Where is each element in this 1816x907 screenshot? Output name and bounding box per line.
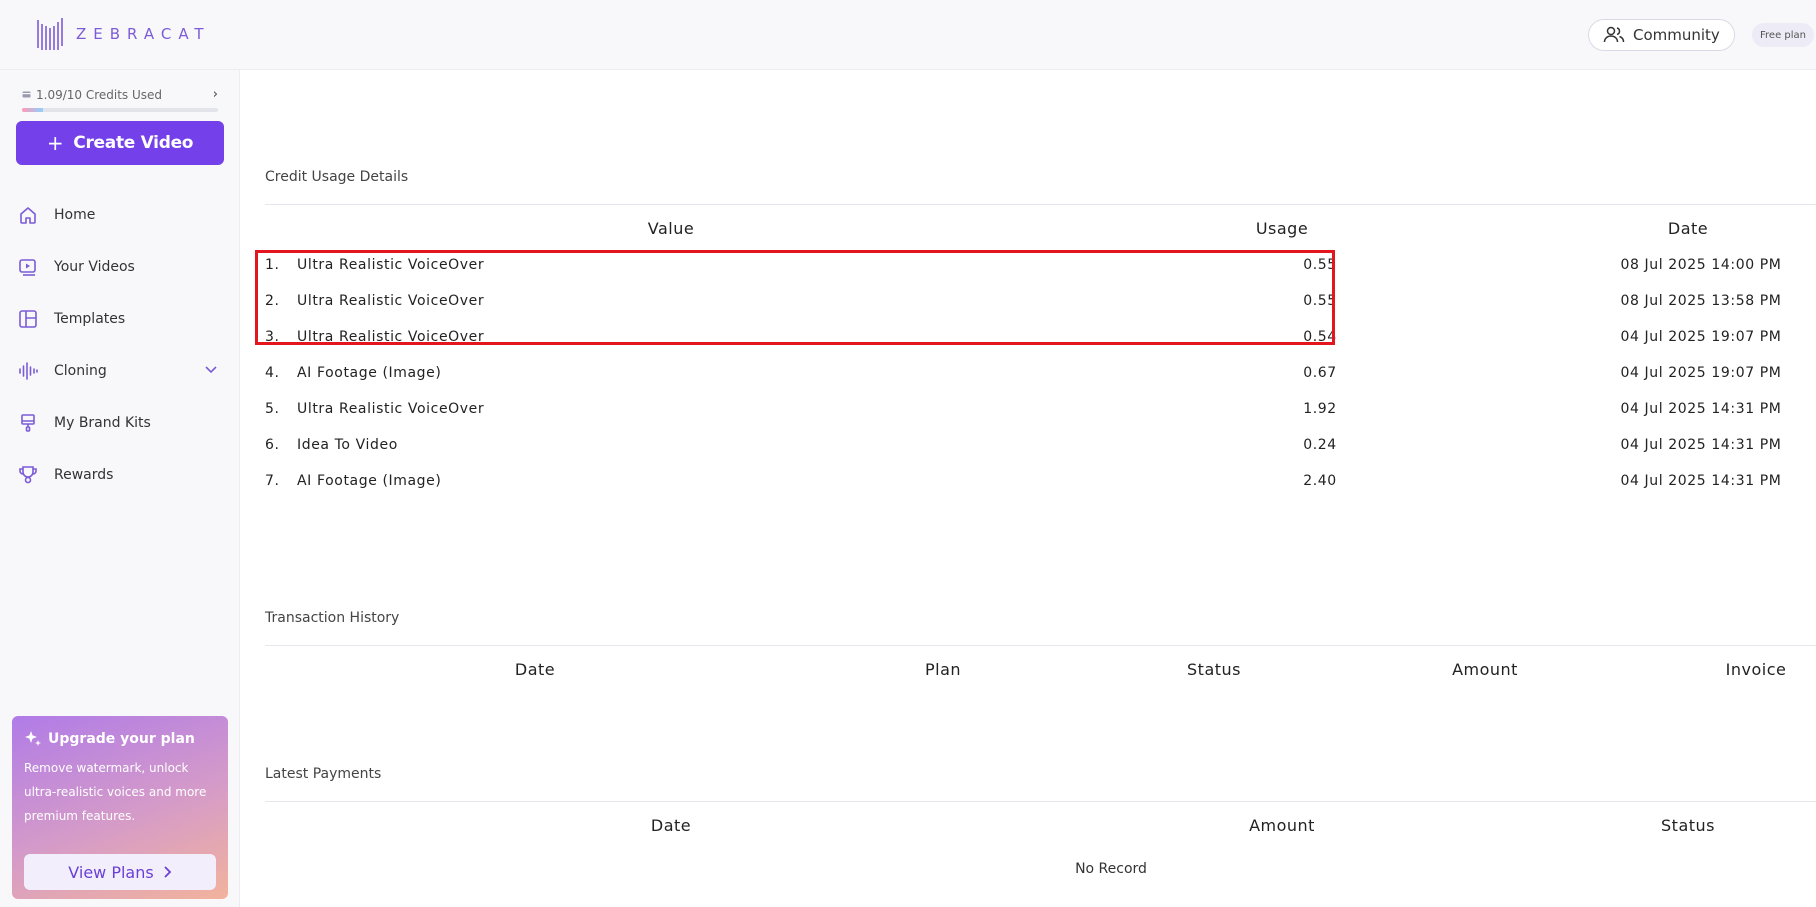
sidebar: 1.09/10 Credits Used › + Create Video Ho… xyxy=(0,70,240,907)
row-usage: 0.67 xyxy=(1303,365,1337,381)
brush-icon xyxy=(18,413,38,433)
row-date: 04 Jul 2025 14:31 PM xyxy=(1620,473,1782,489)
column-header-invoice: Invoice xyxy=(1725,660,1787,679)
sidebar-item-brand-kits[interactable]: My Brand Kits xyxy=(0,397,240,449)
row-number: 7. xyxy=(265,473,280,489)
community-label: Community xyxy=(1633,26,1720,44)
latest-payments-divider xyxy=(265,801,1816,802)
table-row: 7. AI Footage (Image) 2.40 04 Jul 2025 1… xyxy=(241,466,1816,496)
column-header-plan: Plan xyxy=(924,660,962,679)
brand-name: ZEBRACAT xyxy=(76,25,211,43)
row-value: Ultra Realistic VoiceOver xyxy=(297,401,485,417)
column-header-status: Status xyxy=(1187,660,1241,679)
view-plans-label: View Plans xyxy=(68,862,154,882)
sidebar-item-templates[interactable]: Templates xyxy=(0,293,240,345)
sparkle-icon xyxy=(25,731,41,746)
main-content: Credit Usage Details Value Usage Date 1.… xyxy=(241,70,1816,907)
plan-badge: Free plan xyxy=(1752,23,1814,47)
row-usage: 1.92 xyxy=(1303,401,1337,417)
credit-usage-divider xyxy=(265,204,1816,205)
credits-label: 1.09/10 Credits Used xyxy=(36,87,163,102)
column-header-amount: Amount xyxy=(1249,816,1315,835)
row-value: AI Footage (Image) xyxy=(297,473,442,489)
credit-usage-title: Credit Usage Details xyxy=(265,169,409,185)
row-date: 04 Jul 2025 19:07 PM xyxy=(1620,365,1782,381)
table-row: 4. AI Footage (Image) 0.67 04 Jul 2025 1… xyxy=(241,358,1816,388)
row-value: Idea To Video xyxy=(297,437,398,453)
plus-icon: + xyxy=(46,131,64,155)
empty-state-text: No Record xyxy=(1075,861,1147,877)
column-header-usage: Usage xyxy=(1255,219,1309,238)
community-button[interactable]: Community xyxy=(1588,19,1735,51)
row-usage: 2.40 xyxy=(1303,473,1337,489)
row-usage: 0.24 xyxy=(1303,437,1337,453)
video-play-icon xyxy=(18,257,38,277)
sidebar-item-label: Cloning xyxy=(54,363,107,379)
row-date: 08 Jul 2025 14:00 PM xyxy=(1620,257,1782,273)
chevron-down-icon[interactable] xyxy=(204,362,218,380)
sidebar-item-label: My Brand Kits xyxy=(54,415,151,431)
table-row: 6. Idea To Video 0.24 04 Jul 2025 14:31 … xyxy=(241,430,1816,460)
row-number: 6. xyxy=(265,437,280,453)
sidebar-item-rewards[interactable]: Rewards xyxy=(0,449,240,501)
row-date: 08 Jul 2025 13:58 PM xyxy=(1620,293,1782,309)
row-date: 04 Jul 2025 14:31 PM xyxy=(1620,401,1782,417)
sidebar-item-label: Rewards xyxy=(54,467,114,483)
column-header-date: Date xyxy=(1667,219,1709,238)
sidebar-item-label: Templates xyxy=(54,311,126,327)
row-value: AI Footage (Image) xyxy=(297,365,442,381)
row-date: 04 Jul 2025 14:31 PM xyxy=(1620,437,1782,453)
credits-progress-bar xyxy=(22,108,218,112)
zebracat-logo-icon xyxy=(37,18,63,50)
column-header-status: Status xyxy=(1661,816,1715,835)
highlight-box xyxy=(255,250,1335,345)
create-video-button[interactable]: + Create Video xyxy=(16,121,224,165)
column-header-date: Date xyxy=(650,816,692,835)
trophy-icon xyxy=(18,465,38,485)
credits-indicator[interactable]: 1.09/10 Credits Used › xyxy=(22,87,218,112)
sidebar-item-your-videos[interactable]: Your Videos xyxy=(0,241,240,293)
chevron-right-icon[interactable]: › xyxy=(213,87,218,102)
sidebar-item-home[interactable]: Home xyxy=(0,189,240,241)
row-date: 04 Jul 2025 19:07 PM xyxy=(1620,329,1782,345)
upgrade-title: Upgrade your plan xyxy=(48,731,195,747)
transaction-history-divider xyxy=(265,645,1816,646)
sidebar-item-cloning[interactable]: Cloning xyxy=(0,345,240,397)
view-plans-button[interactable]: View Plans xyxy=(24,854,216,890)
create-video-label: Create Video xyxy=(73,133,194,153)
table-row: 5. Ultra Realistic VoiceOver 1.92 04 Jul… xyxy=(241,394,1816,424)
templates-icon xyxy=(18,309,38,329)
column-header-date: Date xyxy=(514,660,556,679)
row-number: 4. xyxy=(265,365,280,381)
row-number: 5. xyxy=(265,401,280,417)
brand-logo[interactable]: ZEBRACAT xyxy=(36,16,211,52)
column-header-amount: Amount xyxy=(1452,660,1518,679)
sidebar-item-label: Home xyxy=(54,207,96,223)
transaction-history-title: Transaction History xyxy=(265,610,400,626)
chevron-right-icon xyxy=(162,863,172,882)
credit-card-icon xyxy=(22,91,31,98)
top-header: ZEBRACAT Community Free plan xyxy=(0,0,1816,70)
home-icon xyxy=(18,205,38,225)
credits-progress-fill xyxy=(22,108,44,112)
users-icon xyxy=(1603,26,1625,43)
column-header-value: Value xyxy=(647,219,695,238)
sidebar-nav: Home Your Videos Templates Cloning My Br… xyxy=(0,189,240,501)
sidebar-item-label: Your Videos xyxy=(54,259,135,275)
upgrade-card: Upgrade your plan Remove watermark, unlo… xyxy=(12,716,228,899)
upgrade-description: Remove watermark, unlock ultra-realistic… xyxy=(24,761,207,823)
waveform-icon xyxy=(18,361,38,381)
latest-payments-title: Latest Payments xyxy=(265,766,382,782)
